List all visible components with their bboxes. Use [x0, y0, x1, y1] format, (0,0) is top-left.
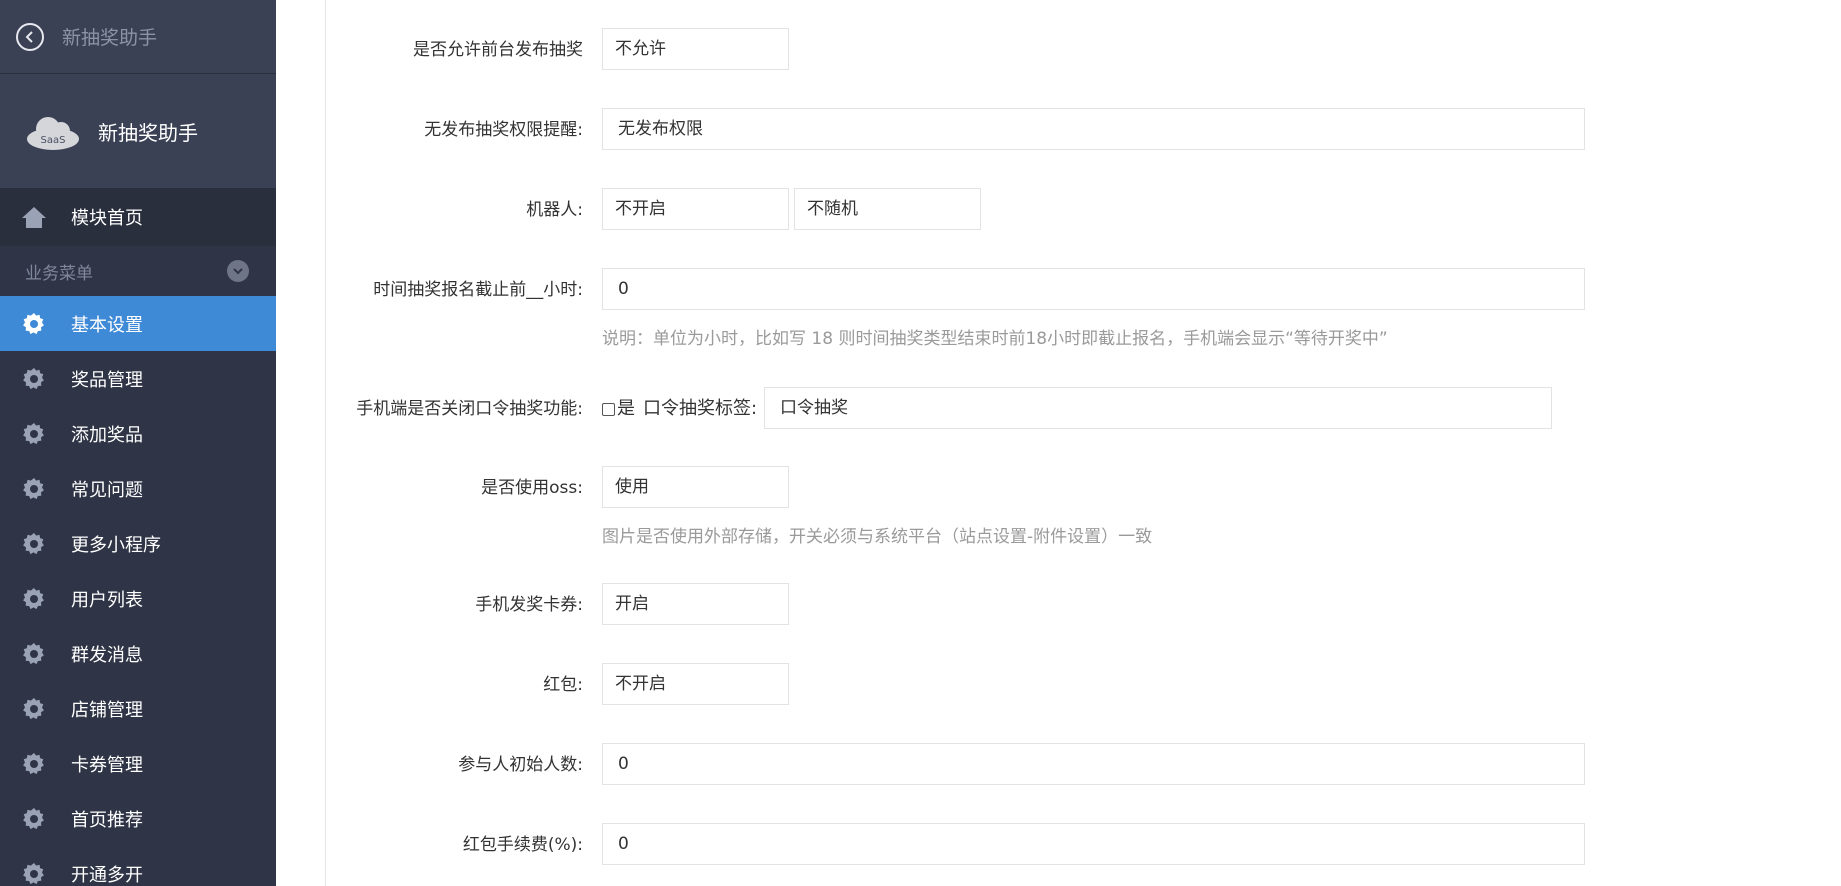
- gear-icon: [21, 641, 47, 667]
- sidebar-item-label: 添加奖品: [71, 424, 143, 446]
- sidebar-item-prize-management[interactable]: 奖品管理: [0, 351, 276, 406]
- gear-icon: [21, 366, 47, 392]
- chevron-down-icon[interactable]: [227, 260, 249, 282]
- sidebar-item-store-management[interactable]: 店铺管理: [0, 681, 276, 736]
- field-label: 红包手续费(%):: [462, 835, 583, 855]
- password-tag-label: 口令抽奖标签:: [643, 398, 758, 419]
- sidebar-item-label: 卡券管理: [71, 754, 143, 776]
- sidebar-top-title: 新抽奖助手: [62, 27, 158, 49]
- sidebar-item-label: 店铺管理: [71, 699, 143, 721]
- field-label: 无发布抽奖权限提醒:: [424, 120, 583, 140]
- sidebar-item-basic-settings[interactable]: 基本设置: [0, 296, 276, 351]
- field-label: 参与人初始人数:: [458, 755, 583, 775]
- brand-block: SaaS 新抽奖助手: [0, 74, 276, 188]
- robot-random-select[interactable]: 不随机: [794, 188, 981, 230]
- gear-icon: [21, 311, 47, 337]
- brand-name: 新抽奖助手: [98, 120, 198, 145]
- sidebar-item-more-miniprograms[interactable]: 更多小程序: [0, 516, 276, 571]
- sidebar-item-label: 常见问题: [71, 479, 143, 501]
- password-tag-input[interactable]: 口令抽奖: [764, 387, 1552, 429]
- field-label: 是否允许前台发布抽奖: [413, 40, 583, 60]
- gear-icon: [21, 861, 47, 886]
- robot-select[interactable]: 不开启: [602, 188, 789, 230]
- checkbox-label: 是: [617, 398, 635, 419]
- no-permission-tip-input[interactable]: 无发布权限: [602, 108, 1585, 150]
- sidebar-item-user-list[interactable]: 用户列表: [0, 571, 276, 626]
- allow-front-publish-select[interactable]: 不允许: [602, 28, 789, 70]
- gear-icon: [21, 696, 47, 722]
- gear-icon: [21, 531, 47, 557]
- sidebar-item-label: 模块首页: [71, 208, 143, 229]
- sidebar-item-faq[interactable]: 常见问题: [0, 461, 276, 516]
- section-label: 业务菜单: [25, 263, 93, 284]
- field-label: 是否使用oss:: [481, 478, 583, 498]
- initial-participants-input[interactable]: 0: [602, 743, 1585, 785]
- sidebar-item-add-prize[interactable]: 添加奖品: [0, 406, 276, 461]
- sidebar-item-home[interactable]: 模块首页: [0, 188, 276, 246]
- logo-text: SaaS: [41, 135, 66, 146]
- back-arrow-icon[interactable]: [16, 22, 44, 51]
- field-label: 红包:: [543, 675, 583, 695]
- sidebar-item-home-recommend[interactable]: 首页推荐: [0, 791, 276, 846]
- deadline-hours-help: 说明：单位为小时，比如写 18 则时间抽奖类型结束时前18小时即截止报名，手机端…: [602, 329, 1388, 349]
- sidebar-item-label: 开通多开: [71, 864, 143, 886]
- use-oss-select[interactable]: 使用: [602, 466, 789, 508]
- home-icon: [21, 204, 47, 230]
- sidebar-section-header[interactable]: 业务菜单: [0, 246, 276, 296]
- sidebar-item-multi-instance[interactable]: 开通多开: [0, 846, 276, 886]
- field-label: 手机端是否关闭口令抽奖功能:: [356, 399, 583, 419]
- sidebar-item-broadcast[interactable]: 群发消息: [0, 626, 276, 681]
- sidebar-menu: 基本设置 奖品管理 添加奖品 常见问题 更多小程序 用户列表 群发消息 店铺管理…: [0, 296, 276, 886]
- field-label: 手机发奖卡券:: [475, 595, 583, 615]
- gear-icon: [21, 751, 47, 777]
- sidebar-item-label: 基本设置: [71, 314, 143, 336]
- sidebar-item-label: 奖品管理: [71, 369, 143, 391]
- gear-icon: [21, 421, 47, 447]
- sidebar-item-label: 用户列表: [71, 589, 143, 611]
- settings-form: 是否允许前台发布抽奖 不允许 无发布抽奖权限提醒: 无发布权限 机器人: 不开启…: [276, 0, 1841, 886]
- mobile-coupon-select[interactable]: 开启: [602, 583, 789, 625]
- red-packet-fee-input[interactable]: 0: [602, 823, 1585, 865]
- saas-cloud-logo: SaaS: [27, 117, 79, 150]
- gear-icon: [21, 806, 47, 832]
- sidebar-item-label: 群发消息: [71, 644, 143, 666]
- gear-icon: [21, 586, 47, 612]
- gear-icon: [21, 476, 47, 502]
- field-label: 时间抽奖报名截止前__小时:: [373, 280, 583, 300]
- sidebar-header: 新抽奖助手: [0, 0, 276, 74]
- close-password-lottery-option: 是 口令抽奖标签:: [602, 387, 757, 431]
- sidebar-item-label: 更多小程序: [71, 534, 161, 556]
- field-label: 机器人:: [526, 200, 583, 220]
- use-oss-help: 图片是否使用外部存储，开关必须与系统平台（站点设置-附件设置）一致: [602, 527, 1153, 547]
- sidebar-item-label: 首页推荐: [71, 809, 143, 831]
- red-packet-select[interactable]: 不开启: [602, 663, 789, 705]
- sidebar-item-coupon-management[interactable]: 卡券管理: [0, 736, 276, 791]
- sidebar: 新抽奖助手 SaaS 新抽奖助手 模块首页 业务菜单 基本设置 奖品管理 添加奖…: [0, 0, 276, 886]
- close-password-lottery-checkbox[interactable]: [602, 402, 615, 416]
- deadline-hours-input[interactable]: 0: [602, 268, 1585, 310]
